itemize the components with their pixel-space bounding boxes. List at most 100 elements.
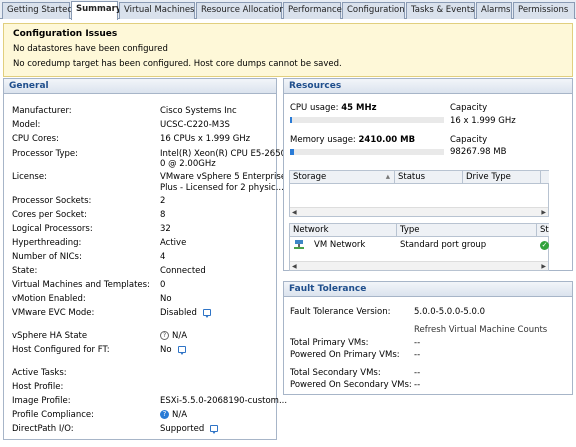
tab-getting-started[interactable]: Getting Started xyxy=(2,2,73,19)
cpu-capacity-value: 16 x 1.999 GHz xyxy=(450,116,516,126)
general-panel: General Manufacturer: Cisco Systems Inc … xyxy=(3,78,287,440)
status-ok-icon: ✓ xyxy=(540,241,549,250)
evc-details-icon[interactable] xyxy=(202,309,211,318)
general-label: Processor Sockets: xyxy=(12,196,92,206)
general-value: Active xyxy=(160,238,187,248)
general-label: Manufacturer: xyxy=(12,106,72,116)
resources-panel: Resources CPU usage: 45 MHz Capacity 16 … xyxy=(283,78,573,271)
image-profile-value: ESXi-5.5.0-2068190-custom... xyxy=(160,396,288,406)
general-label: VMware EVC Mode: xyxy=(12,308,95,318)
tab-virtual-machines[interactable]: Virtual Machines xyxy=(119,2,195,19)
general-label: Host Configured for FT: xyxy=(12,345,110,355)
general-value: No xyxy=(160,294,172,304)
general-label: vMotion Enabled: xyxy=(12,294,86,304)
cpu-capacity-label: Capacity xyxy=(450,103,488,113)
memory-usage-label: Memory usage: xyxy=(290,135,356,145)
general-label: Number of NICs: xyxy=(12,252,82,262)
ft-label: Powered On Primary VMs: xyxy=(290,350,400,360)
general-label: Processor Type: xyxy=(12,149,79,159)
network-col-header[interactable]: Network xyxy=(290,224,397,237)
general-label: Host Profile: xyxy=(12,382,64,392)
general-label: Virtual Machines and Templates: xyxy=(12,280,150,290)
license-value-cont: Plus - Licensed for 2 physic... xyxy=(160,183,284,193)
issues-title: Configuration Issues xyxy=(13,29,118,39)
ha-state-text: N/A xyxy=(172,331,188,341)
ft-configured-value: No xyxy=(160,345,186,355)
table-row[interactable]: VM Network Standard port group ✓ xyxy=(294,240,549,254)
general-label: Logical Processors: xyxy=(12,224,93,234)
drive-type-col-header[interactable]: Drive Type xyxy=(463,171,541,184)
ft-configured-text: No xyxy=(160,345,172,355)
ft-version-value: 5.0.0-5.0.0-5.0.0 xyxy=(414,307,486,317)
network-icon xyxy=(294,240,304,249)
general-label: License: xyxy=(12,172,47,182)
help-icon: ? xyxy=(160,410,169,419)
memory-usage-fill xyxy=(290,149,294,155)
memory-capacity-value: 98267.98 MB xyxy=(450,147,507,157)
memory-capacity-label: Capacity xyxy=(450,135,488,145)
general-label: Cores per Socket: xyxy=(12,210,87,220)
scroll-right-icon[interactable]: ▶ xyxy=(541,209,546,216)
tab-bar: Getting Started Summary Virtual Machines… xyxy=(0,0,576,20)
ft-details-icon[interactable] xyxy=(177,346,186,355)
tab-alarms[interactable]: Alarms xyxy=(476,2,512,19)
extra-col-header[interactable] xyxy=(541,171,549,184)
question-icon: ? xyxy=(160,331,169,340)
refresh-vm-counts-link[interactable]: Refresh Virtual Machine Counts xyxy=(414,325,547,335)
general-value: 0 xyxy=(160,280,166,290)
ft-version-label: Fault Tolerance Version: xyxy=(290,307,391,317)
storage-hscrollbar[interactable]: ◀ ▶ xyxy=(290,207,548,216)
profile-compliance-value: ? N/A xyxy=(160,410,187,420)
general-label: Model: xyxy=(12,120,41,130)
directpath-details-icon[interactable] xyxy=(210,425,219,434)
scroll-right-icon[interactable]: ▶ xyxy=(541,263,546,270)
storage-col-header[interactable]: Storage ▴ xyxy=(290,171,395,184)
memory-usage: Memory usage: 2410.00 MB xyxy=(290,135,415,145)
ft-value: -- xyxy=(414,368,421,378)
general-value: Cisco Systems Inc xyxy=(160,106,237,116)
scroll-left-icon[interactable]: ◀ xyxy=(292,263,297,270)
ft-label: Powered On Secondary VMs: xyxy=(290,380,412,390)
ft-label: Total Primary VMs: xyxy=(290,338,369,348)
directpath-text: Supported xyxy=(160,424,205,434)
scroll-left-icon[interactable]: ◀ xyxy=(292,209,297,216)
tab-tasks-events[interactable]: Tasks & Events xyxy=(406,2,475,19)
profile-compliance-text: N/A xyxy=(172,410,188,420)
fault-tolerance-panel: Fault Tolerance Fault Tolerance Version:… xyxy=(283,281,573,395)
memory-usage-bar xyxy=(290,149,444,155)
cpu-usage-fill xyxy=(290,117,292,123)
tab-permissions[interactable]: Permissions xyxy=(513,2,575,19)
network-hscrollbar[interactable]: ◀ ▶ xyxy=(290,261,548,270)
general-label: Hyperthreading: xyxy=(12,238,82,248)
ft-value: -- xyxy=(414,380,421,390)
network-name: VM Network xyxy=(314,240,366,250)
fault-tolerance-title: Fault Tolerance xyxy=(284,282,572,297)
tab-summary[interactable]: Summary xyxy=(71,1,121,20)
ha-state-value: ? N/A xyxy=(160,331,187,341)
status-col-header[interactable]: Sta xyxy=(537,224,549,237)
tab-configuration[interactable]: Configuration xyxy=(342,2,405,19)
tab-resource-allocation[interactable]: Resource Allocation xyxy=(196,2,285,19)
resources-panel-title: Resources xyxy=(284,79,572,94)
type-col-header[interactable]: Type xyxy=(397,224,537,237)
directpath-value: Supported xyxy=(160,424,219,434)
issue-item: No datastores have been configured xyxy=(13,44,168,54)
general-label: vSphere HA State xyxy=(12,331,88,341)
ft-value: -- xyxy=(414,350,421,360)
network-table: Network Type Sta VM Network Standard por… xyxy=(289,223,549,271)
general-value: 4 xyxy=(160,252,166,262)
general-value-cont: 0 @ 2.00GHz xyxy=(160,159,216,169)
general-value: UCSC-C220-M3S xyxy=(160,120,230,130)
storage-col-label: Storage xyxy=(293,172,327,182)
cpu-usage-value: 45 MHz xyxy=(341,103,377,113)
general-value: 32 xyxy=(160,224,171,234)
tab-performance[interactable]: Performance xyxy=(283,2,342,19)
general-label: DirectPath I/O: xyxy=(12,424,74,434)
cpu-usage: CPU usage: 45 MHz xyxy=(290,103,377,113)
ft-label: Total Secondary VMs: xyxy=(290,368,381,378)
general-label: State: xyxy=(12,266,38,276)
evc-mode-text: Disabled xyxy=(160,308,197,318)
storage-table: Storage ▴ Status Drive Type ◀ ▶ xyxy=(289,170,549,217)
status-col-header[interactable]: Status xyxy=(395,171,463,184)
evc-mode-value: Disabled xyxy=(160,308,211,318)
